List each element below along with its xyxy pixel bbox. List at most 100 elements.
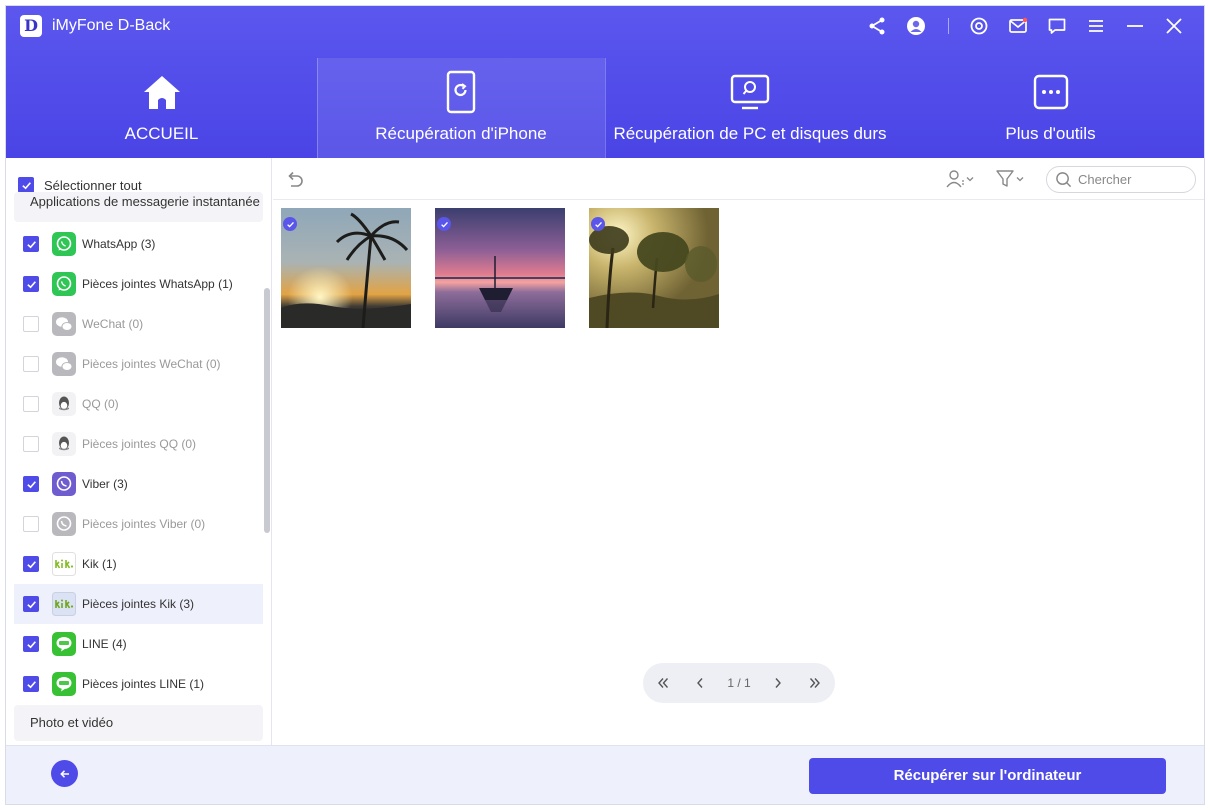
list-item[interactable]: QQ (0) [14,384,263,424]
list-item[interactable]: Pièces jointes QQ (0) [14,424,263,464]
menu-icon[interactable] [1084,14,1108,38]
chevron-left-icon [697,678,703,688]
next-page-button[interactable] [768,673,788,693]
back-button[interactable] [51,760,78,787]
home-icon [143,76,180,109]
app-title: iMyFone D-Back [52,17,171,34]
tab-iphone-recovery-label: Récupération d'iPhone [375,124,547,143]
viber-icon [52,472,76,496]
tab-pc-recovery[interactable]: Récupération de PC et disques durs [605,58,895,158]
tab-home[interactable]: ACCUEIL [6,58,317,158]
list-item[interactable]: Viber (3) [14,464,263,504]
item-label: Kik (1) [82,557,117,571]
tab-home-label: ACCUEIL [124,124,199,143]
prev-page-button[interactable] [690,673,710,693]
qq-icon [52,392,76,416]
item-label: Pièces jointes WhatsApp (1) [82,277,233,291]
tab-more-tools[interactable]: Plus d'outils [895,58,1204,158]
arrow-left-icon [59,769,69,778]
tab-more-tools-label: Plus d'outils [1005,124,1096,143]
list-item[interactable]: Pièces jointes Kik (3) [14,584,263,624]
sidebar-scrollbar[interactable] [264,288,270,533]
app-logo: D [20,15,42,37]
list-item[interactable]: Pièces jointes WhatsApp (1) [14,264,263,304]
thumbnail-checkbox[interactable] [283,217,297,231]
wechat-icon [52,312,76,336]
item-checkbox[interactable] [23,636,39,652]
list-item[interactable]: Kik (1) [14,544,263,584]
main-content: 1 / 1 [273,158,1204,745]
boat-dusk-photo[interactable] [435,208,565,328]
main-nav: ACCUEIL Récupération d'iPhone Récupérati… [6,58,1204,158]
item-label: WeChat (0) [82,317,144,331]
undo-icon[interactable] [285,169,305,189]
share-icon[interactable] [865,14,889,38]
whatsapp-icon [52,272,76,296]
item-checkbox[interactable] [23,676,39,692]
item-checkbox[interactable] [23,596,39,612]
item-label: Viber (3) [82,477,128,491]
item-label: Pièces jointes Kik (3) [82,597,195,611]
qq-icon [52,432,76,456]
list-item[interactable]: LINE (4) [14,624,263,664]
viber-icon [52,512,76,536]
item-checkbox[interactable] [23,396,39,412]
titlebar-separator [948,18,949,34]
section-photo-video[interactable]: Photo et vidéo [14,705,263,741]
wechat-icon [52,352,76,376]
list-item[interactable]: WhatsApp (3) [14,224,263,264]
thumbnail-checkbox[interactable] [437,217,451,231]
first-page-button[interactable] [653,673,673,693]
section-instant-messaging[interactable]: Applications de messagerie instantanée [14,192,263,222]
feedback-icon[interactable] [1045,14,1069,38]
select-all-label: Sélectionner tout [44,177,142,193]
list-item[interactable]: WeChat (0) [14,304,263,344]
item-label: WhatsApp (3) [82,237,156,251]
search-box[interactable] [1046,166,1196,193]
pc-recovery-icon [730,74,770,110]
item-checkbox[interactable] [23,316,39,332]
contact-filter-icon[interactable] [945,168,975,190]
recover-to-computer-button[interactable]: Récupérer sur l'ordinateur [809,758,1166,794]
list-item[interactable]: Pièces jointes WeChat (0) [14,344,263,384]
item-checkbox[interactable] [23,476,39,492]
double-chevron-left-icon [658,678,669,688]
item-checkbox[interactable] [23,556,39,572]
minimize-icon[interactable] [1123,14,1147,38]
titlebar: D iMyFone D-Back [6,6,1204,46]
search-input[interactable] [1078,172,1188,187]
account-icon[interactable] [904,14,928,38]
item-checkbox[interactable] [23,236,39,252]
item-checkbox[interactable] [23,436,39,452]
last-page-button[interactable] [805,673,825,693]
more-tools-icon [1033,74,1068,110]
filter-icon[interactable] [995,168,1025,190]
select-all-checkbox[interactable] [18,177,34,193]
sunset-palm-photo[interactable] [281,208,411,328]
item-label: Pièces jointes Viber (0) [82,517,206,531]
list-item[interactable]: Pièces jointes Viber (0) [14,504,263,544]
item-checkbox[interactable] [23,516,39,532]
photo-grid [281,208,743,328]
settings-icon[interactable] [967,14,991,38]
thumbnail-checkbox[interactable] [591,217,605,231]
page-indicator: 1 / 1 [727,676,751,690]
header: D iMyFone D-Back ACCUEIL Récupération d'… [6,6,1204,158]
misty-trees-photo[interactable] [589,208,719,328]
line-icon [52,672,76,696]
kik-icon [52,552,76,576]
search-icon [1056,172,1072,188]
titlebar-icons [850,14,1186,38]
close-icon[interactable] [1162,14,1186,38]
item-checkbox[interactable] [23,356,39,372]
tab-pc-recovery-label: Récupération de PC et disques durs [613,124,887,143]
mail-icon[interactable] [1006,14,1030,38]
nav-divider [605,58,606,158]
item-label: LINE (4) [82,637,127,651]
item-checkbox[interactable] [23,276,39,292]
item-label: Pièces jointes WeChat (0) [82,357,221,371]
category-list: WhatsApp (3) Pièces jointes WhatsApp (1)… [14,224,263,704]
app-window: D iMyFone D-Back ACCUEIL Récupération d'… [5,5,1205,805]
list-item[interactable]: Pièces jointes LINE (1) [14,664,263,704]
tab-iphone-recovery[interactable]: Récupération d'iPhone [317,58,605,158]
